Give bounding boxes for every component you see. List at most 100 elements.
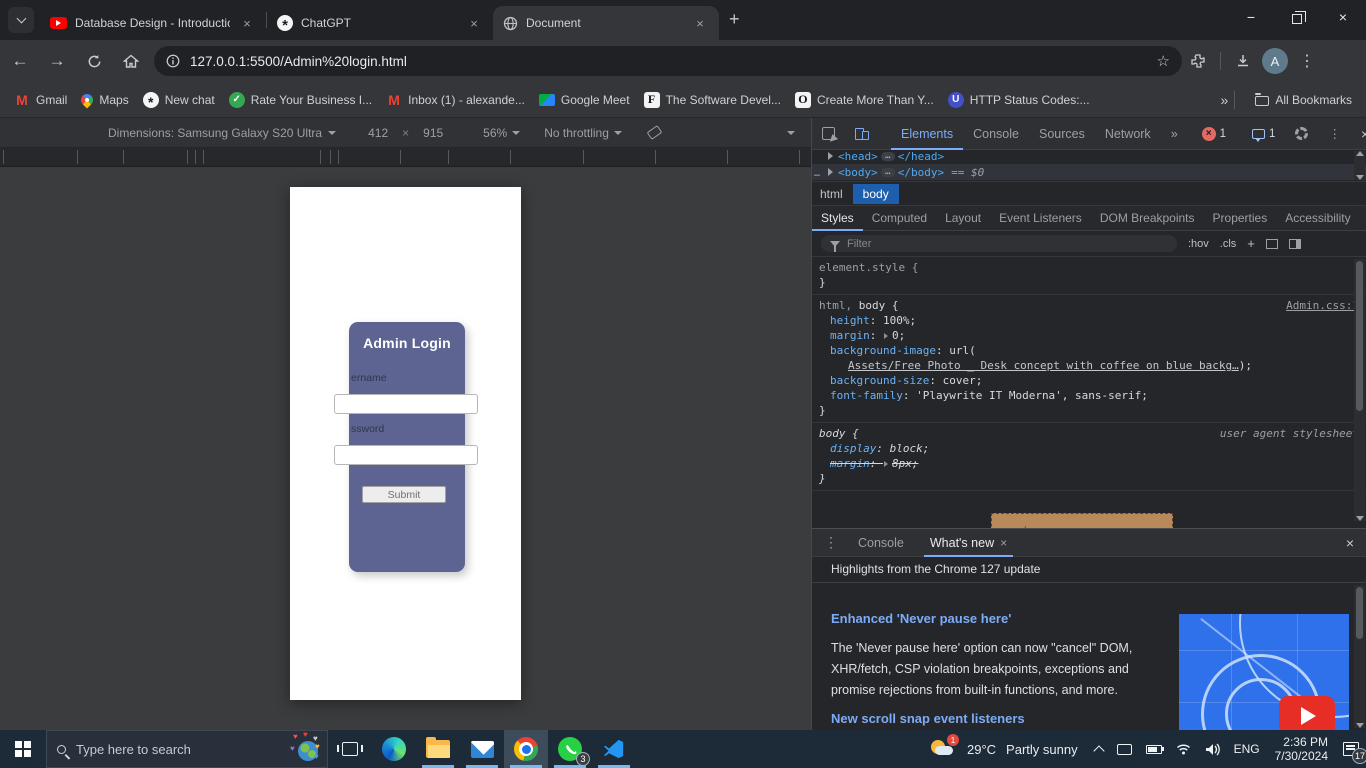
forward-button[interactable]: → [40,44,74,78]
new-tab-button[interactable]: + [729,9,740,30]
css-rule-html-body[interactable]: html, body { Admin.css:1 height: 100%; m… [812,295,1366,423]
scroll-down-icon[interactable] [1355,175,1364,180]
css-declaration[interactable]: background-image: url( [812,343,1366,358]
article-title-link[interactable]: Enhanced 'Never pause here' [831,611,1011,626]
battery-icon[interactable] [1145,744,1165,754]
bookmark-software-devel[interactable]: F The Software Devel... [643,91,781,108]
device-width-field[interactable]: 412 [368,126,388,140]
tab-properties[interactable]: Properties [1204,205,1277,231]
css-selector[interactable]: element.style { [819,260,918,275]
css-url-link[interactable]: Assets/Free Photo _ Desk concept with co… [848,359,1239,372]
css-rule-element-style[interactable]: element.style { } [812,257,1366,295]
bookmark-new-chat[interactable]: * New chat [142,91,215,109]
taskbar-whatsapp[interactable]: 3 [548,730,592,768]
css-selector[interactable]: body { [819,426,859,441]
devtools-settings-button[interactable] [1285,118,1318,150]
new-style-rule-button[interactable]: + [1247,236,1255,251]
drawer-tab-console[interactable]: Console [852,529,910,557]
tab-chatgpt[interactable]: * ChatGPT × [267,6,493,40]
article-title-link[interactable]: New scroll snap event listeners [831,711,1025,726]
inspect-element-button[interactable] [812,118,845,150]
bookmark-http-status[interactable]: U HTTP Status Codes:... [947,91,1090,108]
taskbar-chrome[interactable] [504,730,548,768]
tab-close-icon[interactable]: × [691,14,709,32]
volume-icon[interactable] [1205,743,1220,756]
expand-ellipsis-icon[interactable]: … [880,151,895,161]
zoom-select[interactable]: 56% [483,126,507,140]
scroll-up-icon[interactable] [1355,151,1364,156]
taskbar-mail[interactable] [460,730,504,768]
device-dimensions-select[interactable]: Dimensions: Samsung Galaxy S20 Ultra [108,126,322,140]
tab-dom-breakpoints[interactable]: DOM Breakpoints [1091,205,1204,231]
extensions-button[interactable] [1182,45,1214,77]
password-input[interactable] [334,445,478,465]
language-indicator[interactable]: ENG [1234,742,1260,756]
tab-network[interactable]: Network [1095,118,1161,150]
toggle-classes[interactable]: .cls [1220,238,1237,250]
tab-accessibility[interactable]: Accessibility [1276,205,1359,231]
tab-console[interactable]: Console [963,118,1029,150]
tray-expand-button[interactable] [1092,744,1105,757]
scrollbar-thumb[interactable] [1356,261,1363,411]
css-declaration[interactable]: height: 100%; [812,313,1366,328]
task-view-button[interactable] [328,730,372,768]
breadcrumb-body[interactable]: body [852,183,899,204]
css-declaration[interactable]: font-family: 'Playwrite IT Moderna', san… [812,388,1366,403]
scroll-down-icon[interactable] [1355,723,1364,728]
downloads-button[interactable] [1227,45,1259,77]
submit-button[interactable]: Submit [362,486,446,503]
bookmark-rate-business[interactable]: ✓ Rate Your Business I... [228,91,372,108]
chrome-update-thumbnail[interactable] [1179,614,1349,730]
tab-event-listeners[interactable]: Event Listeners [990,205,1091,231]
tab-youtube[interactable]: Database Design - Introduction × [40,6,266,40]
css-declaration[interactable]: margin: 0; [812,328,1366,343]
tab-styles[interactable]: Styles [812,205,863,231]
drawer-close-button[interactable]: × [1346,535,1354,551]
profile-button[interactable]: A [1259,45,1291,77]
devtools-menu-button[interactable]: ⋮ [1318,118,1351,150]
taskbar-vscode[interactable] [592,730,636,768]
error-badge[interactable]: × 1 [1201,126,1226,141]
taskbar-file-explorer[interactable] [416,730,460,768]
tab-search-button[interactable] [8,7,34,33]
all-bookmarks-button[interactable]: All Bookmarks [1255,92,1352,107]
rotate-device-icon[interactable] [646,125,663,140]
tab-close-icon[interactable]: × [238,14,256,32]
styles-scrollbar[interactable] [1354,259,1365,521]
close-button[interactable]: × [1320,0,1366,34]
expand-arrow-icon[interactable] [884,461,888,467]
address-bar[interactable]: 127.0.0.1:5500/Admin%20login.html ☆ [154,46,1182,76]
tablet-mode-icon[interactable] [1116,743,1132,755]
css-source-link[interactable]: Admin.css:1 [1286,298,1359,313]
back-button[interactable]: ← [3,44,37,78]
device-toolbar-toggle[interactable] [845,118,879,150]
browser-menu-button[interactable]: ⋮ [1291,45,1323,77]
more-tabs-button[interactable]: » [1161,118,1188,150]
scroll-down-icon[interactable] [1355,516,1364,521]
reload-button[interactable] [77,44,111,78]
start-button[interactable] [0,730,46,768]
css-declaration-overridden[interactable]: margin: 8px; [812,456,1366,471]
breadcrumb-html[interactable]: html [812,187,851,201]
notification-center-button[interactable]: 17 [1336,734,1366,764]
home-button[interactable] [114,44,148,78]
throttling-select[interactable]: No throttling [544,126,609,140]
styles-filter-input[interactable]: Filter [821,235,1177,252]
computed-sidebar-toggle-icon[interactable] [1288,238,1301,249]
expand-arrow-icon[interactable] [884,333,888,339]
issues-badge[interactable]: 1 [1240,128,1275,142]
dom-node-body[interactable]: <body> … </body> == $0 [812,164,1366,180]
css-selector-dim[interactable]: html, [819,299,852,312]
box-model-margin[interactable]: margin − [991,513,1173,528]
drawer-scrollbar[interactable] [1354,585,1365,728]
device-options-icon[interactable] [787,130,795,135]
drawer-tab-whats-new[interactable]: What's new × [924,529,1013,557]
weather-widget[interactable]: 1 29°C Partly sunny [929,734,1078,762]
youtube-play-icon[interactable] [1279,696,1335,730]
expand-ellipsis-icon[interactable]: … [880,167,895,177]
drawer-menu-icon[interactable]: ⋮ [824,534,838,551]
bookmark-star-icon[interactable]: ☆ [1157,52,1170,70]
bookmark-gmail[interactable]: M Gmail [14,92,67,108]
url-text[interactable]: 127.0.0.1:5500/Admin%20login.html [190,54,1157,69]
bookmark-create-more[interactable]: O Create More Than Y... [794,91,934,108]
